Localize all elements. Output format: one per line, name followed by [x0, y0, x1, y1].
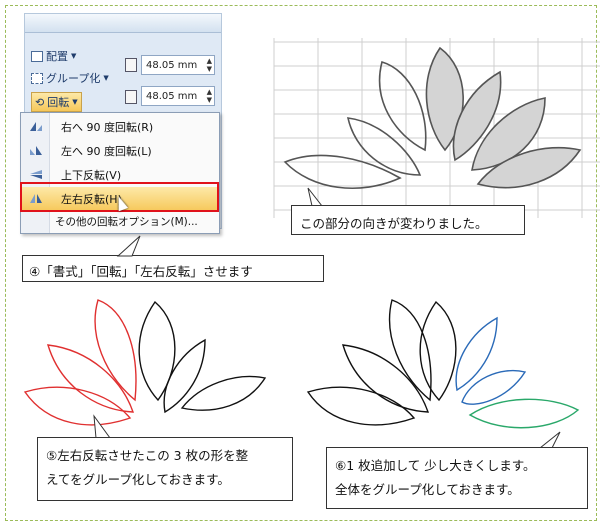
callout-step6-line2: 全体をグループ化しておきます。	[335, 482, 520, 497]
gray-petals	[425, 46, 582, 189]
callout-step6-line1: ⑥1 枚追加して 少し大きくします。	[335, 458, 536, 473]
callout-step5-line1: ⑤左右反転させたこの 3 枚の形を整	[46, 448, 249, 463]
callout-step5: ⑤左右反転させたこの 3 枚の形を整 えてをグループ化しておきます。	[37, 437, 293, 501]
flipped-petals	[283, 61, 427, 189]
callout-direction-changed: この部分の向きが変わりました。	[291, 205, 525, 235]
step6-petals	[306, 299, 580, 429]
callout-step5-line2: えてをグループ化しておきます。	[46, 472, 230, 487]
callout-step6: ⑥1 枚追加して 少し大きくします。 全体をグループ化しておきます。	[326, 447, 588, 509]
step5-petals	[23, 299, 267, 426]
callout-direction-changed-text: この部分の向きが変わりました。	[300, 216, 488, 231]
